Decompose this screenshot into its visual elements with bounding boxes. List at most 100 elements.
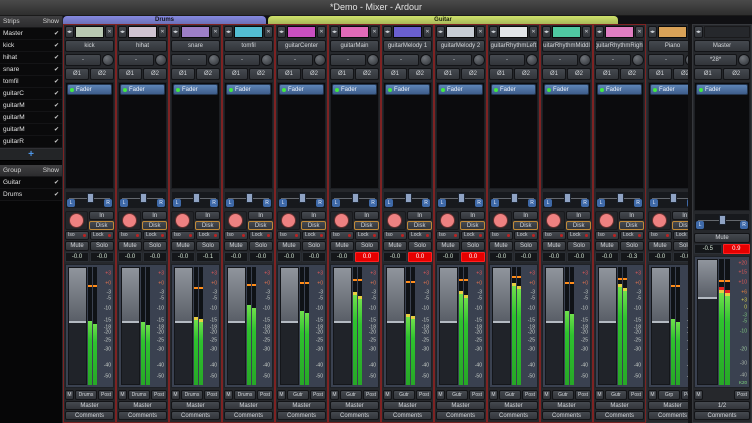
phase-2-button[interactable]: Ø2 — [567, 68, 591, 80]
trim-knob[interactable] — [102, 54, 114, 66]
record-arm-button[interactable] — [228, 213, 243, 228]
gain-display[interactable]: -0.0 — [595, 252, 619, 262]
pan-handle[interactable] — [299, 193, 306, 203]
visible-checkbox[interactable]: ✔ — [54, 54, 59, 61]
automation-mode-button[interactable]: M — [383, 390, 392, 400]
processor-box[interactable]: Fader — [330, 82, 379, 189]
solo-isolate-button[interactable]: Iso — [595, 231, 619, 240]
output-button[interactable]: Master — [65, 401, 114, 410]
output-button[interactable]: Master — [118, 401, 167, 410]
mute-button[interactable]: Mute — [330, 241, 354, 251]
meter-point-button[interactable]: Post — [416, 390, 432, 400]
sidebar-strip-item[interactable]: guitarM✔ — [0, 112, 62, 124]
fader-handle[interactable] — [228, 268, 245, 323]
meter-point-button[interactable]: Post — [204, 390, 220, 400]
fader-processor[interactable]: Fader — [67, 84, 112, 95]
output-button[interactable]: 1/2 — [694, 401, 750, 410]
pan-right-button[interactable]: R — [104, 199, 112, 207]
peak-display[interactable]: -0.1 — [196, 252, 220, 262]
peak-display[interactable]: 0.0 — [355, 252, 379, 262]
monitor-disk-button[interactable]: Disk — [566, 221, 591, 230]
group-button[interactable]: Drums — [128, 390, 150, 400]
mute-button[interactable]: Mute — [648, 241, 672, 251]
gain-fader[interactable] — [545, 267, 564, 385]
trim-knob[interactable] — [738, 54, 750, 66]
processor-box[interactable]: Fader — [436, 82, 485, 189]
solo-isolate-button[interactable]: Iso — [383, 231, 407, 240]
trim-knob[interactable] — [420, 54, 432, 66]
record-arm-button[interactable] — [122, 213, 137, 228]
pan-control[interactable]: L R — [436, 191, 485, 209]
visible-checkbox[interactable]: ✔ — [54, 126, 59, 133]
pan-handle[interactable] — [246, 193, 253, 203]
monitor-input-button[interactable]: In — [513, 211, 538, 220]
pan-handle[interactable] — [193, 193, 200, 203]
solo-lock-button[interactable]: Lock — [408, 231, 432, 240]
pan-control[interactable]: L R — [65, 191, 114, 209]
solo-isolate-button[interactable]: Iso — [224, 231, 248, 240]
group-button[interactable]: Gutr — [552, 390, 574, 400]
pan-control[interactable]: L R — [542, 191, 591, 209]
pan-control[interactable]: L R — [383, 191, 432, 209]
pan-right-button[interactable]: R — [263, 199, 271, 207]
pan-handle[interactable] — [405, 193, 412, 203]
fader-handle[interactable] — [440, 268, 457, 323]
fader-processor[interactable]: Fader — [650, 84, 688, 95]
processor-box[interactable]: Fader — [489, 82, 538, 189]
trim-knob[interactable] — [579, 54, 591, 66]
sidebar-strip-item[interactable]: Master✔ — [0, 28, 62, 40]
input-button[interactable]: - — [595, 54, 631, 66]
trim-knob[interactable] — [314, 54, 326, 66]
meter-point-button[interactable]: Post — [522, 390, 538, 400]
fader-processor[interactable]: Fader — [226, 84, 271, 95]
monitor-disk-button[interactable]: Disk — [672, 221, 688, 230]
strip-close-button[interactable]: ✕ — [264, 26, 273, 38]
solo-lock-button[interactable]: Lock — [302, 231, 326, 240]
mute-button[interactable]: Mute — [436, 241, 460, 251]
pan-handle[interactable] — [458, 193, 465, 203]
meter-point-button[interactable]: Post — [310, 390, 326, 400]
mute-button[interactable]: Mute — [65, 241, 89, 251]
phase-2-button[interactable]: Ø2 — [620, 68, 644, 80]
phase-1-button[interactable]: Ø1 — [542, 68, 566, 80]
automation-mode-button[interactable]: M — [648, 390, 657, 400]
monitor-disk-button[interactable]: Disk — [301, 221, 326, 230]
comments-button[interactable]: Comments — [277, 411, 326, 420]
visible-checkbox[interactable]: ✔ — [54, 90, 59, 97]
strip-close-button[interactable]: ✕ — [635, 26, 644, 38]
solo-isolate-button[interactable]: Iso — [118, 231, 142, 240]
phase-2-button[interactable]: Ø2 — [723, 68, 751, 80]
solo-button[interactable]: Solo — [620, 241, 644, 251]
pan-control[interactable]: L R — [224, 191, 273, 209]
input-button[interactable]: - — [383, 54, 419, 66]
strip-color-bar[interactable] — [446, 26, 475, 38]
pan-handle[interactable] — [511, 193, 518, 203]
phase-1-button[interactable]: Ø1 — [694, 68, 722, 80]
pan-right-button[interactable]: R — [369, 199, 377, 207]
strip-name-button[interactable]: Piano — [648, 40, 688, 52]
solo-lock-button[interactable]: Lock — [90, 231, 114, 240]
solo-button[interactable]: Solo — [408, 241, 432, 251]
pan-left-button[interactable]: L — [332, 199, 340, 207]
strip-width-button[interactable]: ◂▸ — [118, 26, 127, 38]
phase-2-button[interactable]: Ø2 — [302, 68, 326, 80]
pan-control[interactable]: L R — [118, 191, 167, 209]
solo-isolate-button[interactable]: Iso — [542, 231, 566, 240]
group-button[interactable]: Grp — [658, 390, 680, 400]
solo-button[interactable]: Solo — [90, 241, 114, 251]
peak-display[interactable]: -0.0 — [143, 252, 167, 262]
visible-checkbox[interactable]: ✔ — [54, 42, 59, 49]
strip-color-bar[interactable] — [393, 26, 422, 38]
input-button[interactable]: - — [436, 54, 472, 66]
monitor-input-button[interactable]: In — [460, 211, 485, 220]
gain-display[interactable]: -0.0 — [65, 252, 89, 262]
strip-name-button[interactable]: guitarMelody 1 — [383, 40, 432, 52]
sidebar-group-item[interactable]: Guitar✔ — [0, 177, 62, 189]
processor-box[interactable]: Fader — [65, 82, 114, 189]
fader-processor[interactable]: Fader — [438, 84, 483, 95]
output-button[interactable]: Master — [383, 401, 432, 410]
pan-left-button[interactable]: L — [438, 199, 446, 207]
sidebar-strip-item[interactable]: guitarR✔ — [0, 136, 62, 148]
output-button[interactable]: Master — [595, 401, 644, 410]
group-button[interactable]: Gutr — [499, 390, 521, 400]
